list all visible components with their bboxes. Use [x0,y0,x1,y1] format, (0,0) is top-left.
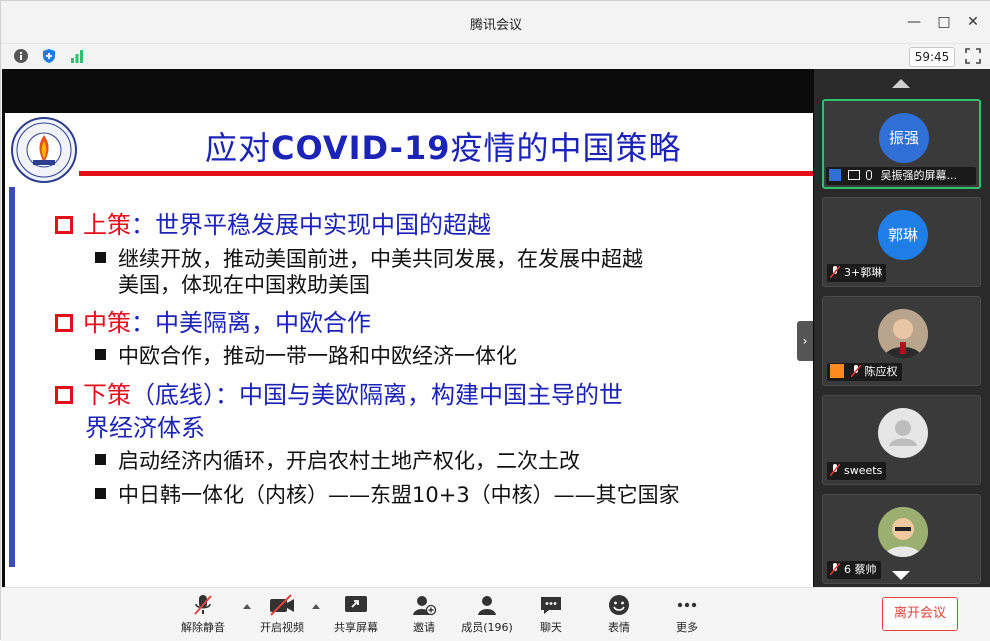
members-button[interactable]: 成员(196) [459,594,515,636]
strategy-item-lower: 下策（底线）：中国与美欧隔离，构建中国主导的世 [55,375,623,410]
title-bar: 腾讯会议 — □ ✕ [1,1,990,43]
sub-item-continuation: 美国，体现在中国救助美国 [118,273,370,297]
unmute-button[interactable]: 解除静音 [175,594,231,636]
chat-button[interactable]: 聊天 [523,594,579,636]
avatar [878,507,928,557]
meeting-info-bar: 59:45 [1,43,990,69]
app-window: 腾讯会议 — □ ✕ 59:45 应对COVID-19疫情的中国策略 上策：世界… [0,0,990,641]
start-video-button[interactable]: 开启视频 [254,594,310,636]
sub-item: 启动经济内循环，开启农村土地产权化，二次土改 [95,445,580,475]
meeting-timer: 59:45 [909,47,955,67]
participant-name-bar: 3+郭琳 [827,264,887,282]
hollow-square-bullet-icon [55,386,73,404]
more-icon [677,602,697,608]
slide-accent-bar [9,187,15,567]
participant-name-bar: 吴振强的屏幕... [826,167,976,185]
add-user-icon [413,596,436,616]
presentation-slide: 应对COVID-19疫情的中国策略 上策：世界平稳发展中实现中国的超越 继续开放… [5,113,813,635]
avatar: 振强 [879,113,929,163]
mic-muted-icon [849,364,862,378]
default-avatar-icon [878,408,928,458]
info-icon[interactable] [13,48,29,64]
emoji-button[interactable]: 表情 [591,594,647,636]
members-icon [478,596,496,615]
slide-title: 应对COVID-19疫情的中国策略 [205,129,682,167]
square-bullet-icon [95,488,106,499]
shared-screen: 应对COVID-19疫情的中国策略 上策：世界平稳发展中实现中国的超越 继续开放… [2,69,814,635]
mic-muted-icon [194,595,212,615]
sub-item: 中日韩一体化（内核）——东盟10+3（中核）——其它国家 [95,479,680,509]
invite-button[interactable]: 邀请 [396,594,452,636]
participant-name-bar: 6 蔡帅 [827,561,881,579]
share-screen-button[interactable]: 共享屏幕 [328,594,384,636]
participant-tile[interactable]: 振强 吴振强的屏幕... [822,99,981,189]
avatar: 郭琳 [878,210,928,260]
more-button[interactable]: 更多 [659,594,715,636]
strategy-item-middle: 中策：中美隔离，中欧合作 [55,303,371,338]
title-divider [79,171,813,176]
window-title: 腾讯会议 [469,18,522,33]
participant-video-panel: 振强 吴振强的屏幕... 郭琳 3+郭琳 陈应权 sweets 6 蔡帅 [814,69,990,587]
strategy-item-upper: 上策：世界平稳发展中实现中国的超越 [55,205,491,240]
fullscreen-icon[interactable] [965,48,981,64]
mic-muted-icon [829,265,841,279]
participant-name-bar: 陈应权 [827,363,902,381]
hollow-square-bullet-icon [55,314,73,332]
scroll-up-icon[interactable] [892,79,910,88]
chat-icon [541,597,561,614]
host-icon [829,169,841,181]
collapse-panel-tab[interactable]: › [797,321,813,361]
mic-muted-icon [829,463,841,477]
hollow-square-bullet-icon [55,216,73,234]
close-button[interactable]: ✕ [964,13,982,31]
smiley-icon [609,595,629,615]
mic-muted-icon [829,562,841,576]
participant-name-bar: sweets [827,462,887,480]
strategy-item-lower-continuation: 界经济体系 [85,414,205,442]
audio-options-caret-icon[interactable] [243,604,251,609]
square-bullet-icon [95,349,106,360]
signal-icon[interactable] [69,48,85,64]
university-logo [11,117,77,183]
maximize-button[interactable]: □ [935,13,953,31]
leave-meeting-button[interactable]: 离开会议 [882,597,958,631]
avatar [878,309,928,359]
share-screen-icon [345,596,367,612]
participant-tile[interactable]: 陈应权 [822,296,981,386]
user-icon [830,364,844,378]
microphone-icon [866,170,872,180]
screen-share-icon [847,170,860,180]
square-bullet-icon [95,252,106,263]
video-options-caret-icon[interactable] [312,604,320,609]
participant-tile[interactable]: 郭琳 3+郭琳 [822,197,981,287]
meeting-toolbar: 解除静音 开启视频 共享屏幕 邀请 成员(196) 聊天 表情 更多 离开会议 [1,587,990,641]
scroll-down-icon[interactable] [892,571,910,580]
participant-tile[interactable]: sweets [822,395,981,485]
sub-item: 中欧合作，推动一带一路和中欧经济一体化 [95,340,517,370]
shield-icon[interactable] [41,48,57,64]
square-bullet-icon [95,454,106,465]
minimize-button[interactable]: — [905,13,923,31]
camera-off-icon [270,594,294,616]
